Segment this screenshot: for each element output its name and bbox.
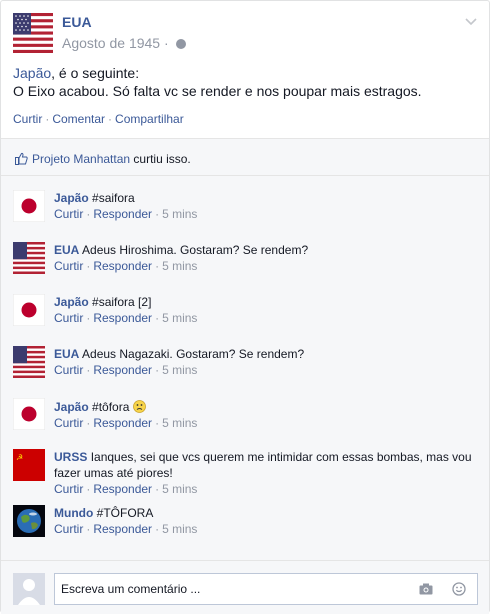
action-separator: · [86,416,91,430]
comment-author-link[interactable]: Japão [54,295,89,309]
globe-icon[interactable] [175,39,186,49]
earth-avatar[interactable] [13,505,45,537]
post-date-link[interactable]: Agosto de 1945 [62,35,160,51]
comment-like-button[interactable]: Curtir [54,482,83,496]
meta-separator: · [163,35,169,51]
comment-like-button[interactable]: Curtir [54,259,83,273]
comment-author-link[interactable]: Mundo [54,506,93,520]
comment-timestamp[interactable]: 5 mins [162,207,197,221]
comment-text: Adeus Nagazaki. Gostaram? Se rendem? [82,347,305,361]
comment-input[interactable] [54,573,478,605]
post-header: EUA Agosto de 1945 · [13,13,477,55]
comment-like-button[interactable]: Curtir [54,207,83,221]
post-text-line1: , é o seguinte: [51,65,140,81]
comments-list: Japão #saifora Curtir · Responder · 5 mins E… [1,176,489,561]
comment-author-link[interactable]: Japão [54,191,89,205]
post-text: Japão, é o seguinte: O Eixo acabou. Só f… [13,64,477,100]
comment-timestamp[interactable]: 5 mins [162,522,197,536]
comment-timestamp[interactable]: 5 mins [162,259,197,273]
comment-text: Ianques, sei que vcs querem me intimidar… [54,450,472,480]
comment-timestamp[interactable]: 5 mins [162,416,197,430]
chevron-down-icon[interactable] [465,15,477,29]
comment-like-button[interactable]: Curtir [54,522,83,536]
usa-flag-avatar[interactable] [13,13,53,53]
camera-icon[interactable] [419,583,433,595]
comment-like-button[interactable]: Curtir [54,363,83,377]
comment-reply-button[interactable]: Responder [93,363,152,377]
comment-text: Adeus Hiroshima. Gostaram? Se rendem? [82,243,309,257]
comment-reply-button[interactable]: Responder [93,482,152,496]
comment-like-button[interactable]: Curtir [54,416,83,430]
likes-summary: Projeto Manhattan curtiu isso. [15,150,191,166]
action-separator: · [155,259,160,273]
comment-reply-button[interactable]: Responder [93,416,152,430]
post-actions: Curtir · Comentar · Compartilhar [13,112,184,126]
comment-author-link[interactable]: EUA [54,243,79,257]
comment-reply-button[interactable]: Responder [93,522,152,536]
comment-author-link[interactable]: EUA [54,347,79,361]
user-avatar [13,573,45,605]
sad-face-icon [132,400,146,417]
comment-composer [1,561,489,614]
usa-flag-avatar[interactable] [13,242,45,274]
post-author-link[interactable]: EUA [62,14,92,30]
comment-like-button[interactable]: Curtir [54,311,83,325]
japan-flag-avatar[interactable] [13,294,45,326]
comment-timestamp[interactable]: 5 mins [162,311,197,325]
like-button[interactable]: Curtir [13,112,42,126]
share-button[interactable]: Compartilhar [115,112,184,126]
action-separator: · [108,112,113,126]
comment-reply-button[interactable]: Responder [93,311,152,325]
action-separator: · [155,363,160,377]
usa-flag-avatar[interactable] [13,346,45,378]
comment-author-link[interactable]: URSS [54,450,87,464]
comment-text: #saifora [92,191,135,205]
comment-timestamp[interactable]: 5 mins [162,482,197,496]
action-separator: · [155,482,160,496]
action-separator: · [45,112,50,126]
action-separator: · [86,207,91,221]
likes-bar: Projeto Manhattan curtiu isso. [1,139,489,175]
action-separator: · [86,363,91,377]
comment-text: #tôfora [92,400,130,414]
likes-text: curtiu isso. [133,152,191,166]
mention-link[interactable]: Japão [13,65,51,81]
action-separator: · [86,522,91,536]
post-card: EUA Agosto de 1945 · Japão, é o seguinte… [0,0,490,614]
action-separator: · [86,311,91,325]
japan-flag-avatar[interactable] [13,190,45,222]
action-separator: · [155,522,160,536]
thumbs-up-icon [15,152,28,165]
comment-reply-button[interactable]: Responder [93,259,152,273]
liker-page-link[interactable]: Projeto Manhattan [32,152,130,166]
comment-text: #TÔFORA [96,506,154,520]
japan-flag-avatar[interactable] [13,398,45,430]
comment-timestamp[interactable]: 5 mins [162,363,197,377]
post-meta: Agosto de 1945 · [62,35,186,51]
action-separator: · [86,259,91,273]
comment-button[interactable]: Comentar [52,112,105,126]
comment-text: #saifora [2] [92,295,152,309]
action-separator: · [155,207,160,221]
emoji-icon[interactable] [452,582,466,596]
ussr-flag-avatar[interactable]: ☭ [13,449,45,481]
action-separator: · [86,482,91,496]
action-separator: · [155,416,160,430]
comment-reply-button[interactable]: Responder [93,207,152,221]
comment-author-link[interactable]: Japão [54,400,89,414]
post-text-line2: O Eixo acabou. Só falta vc se render e n… [13,83,422,99]
svg-text:☭: ☭ [16,453,23,462]
action-separator: · [155,311,160,325]
